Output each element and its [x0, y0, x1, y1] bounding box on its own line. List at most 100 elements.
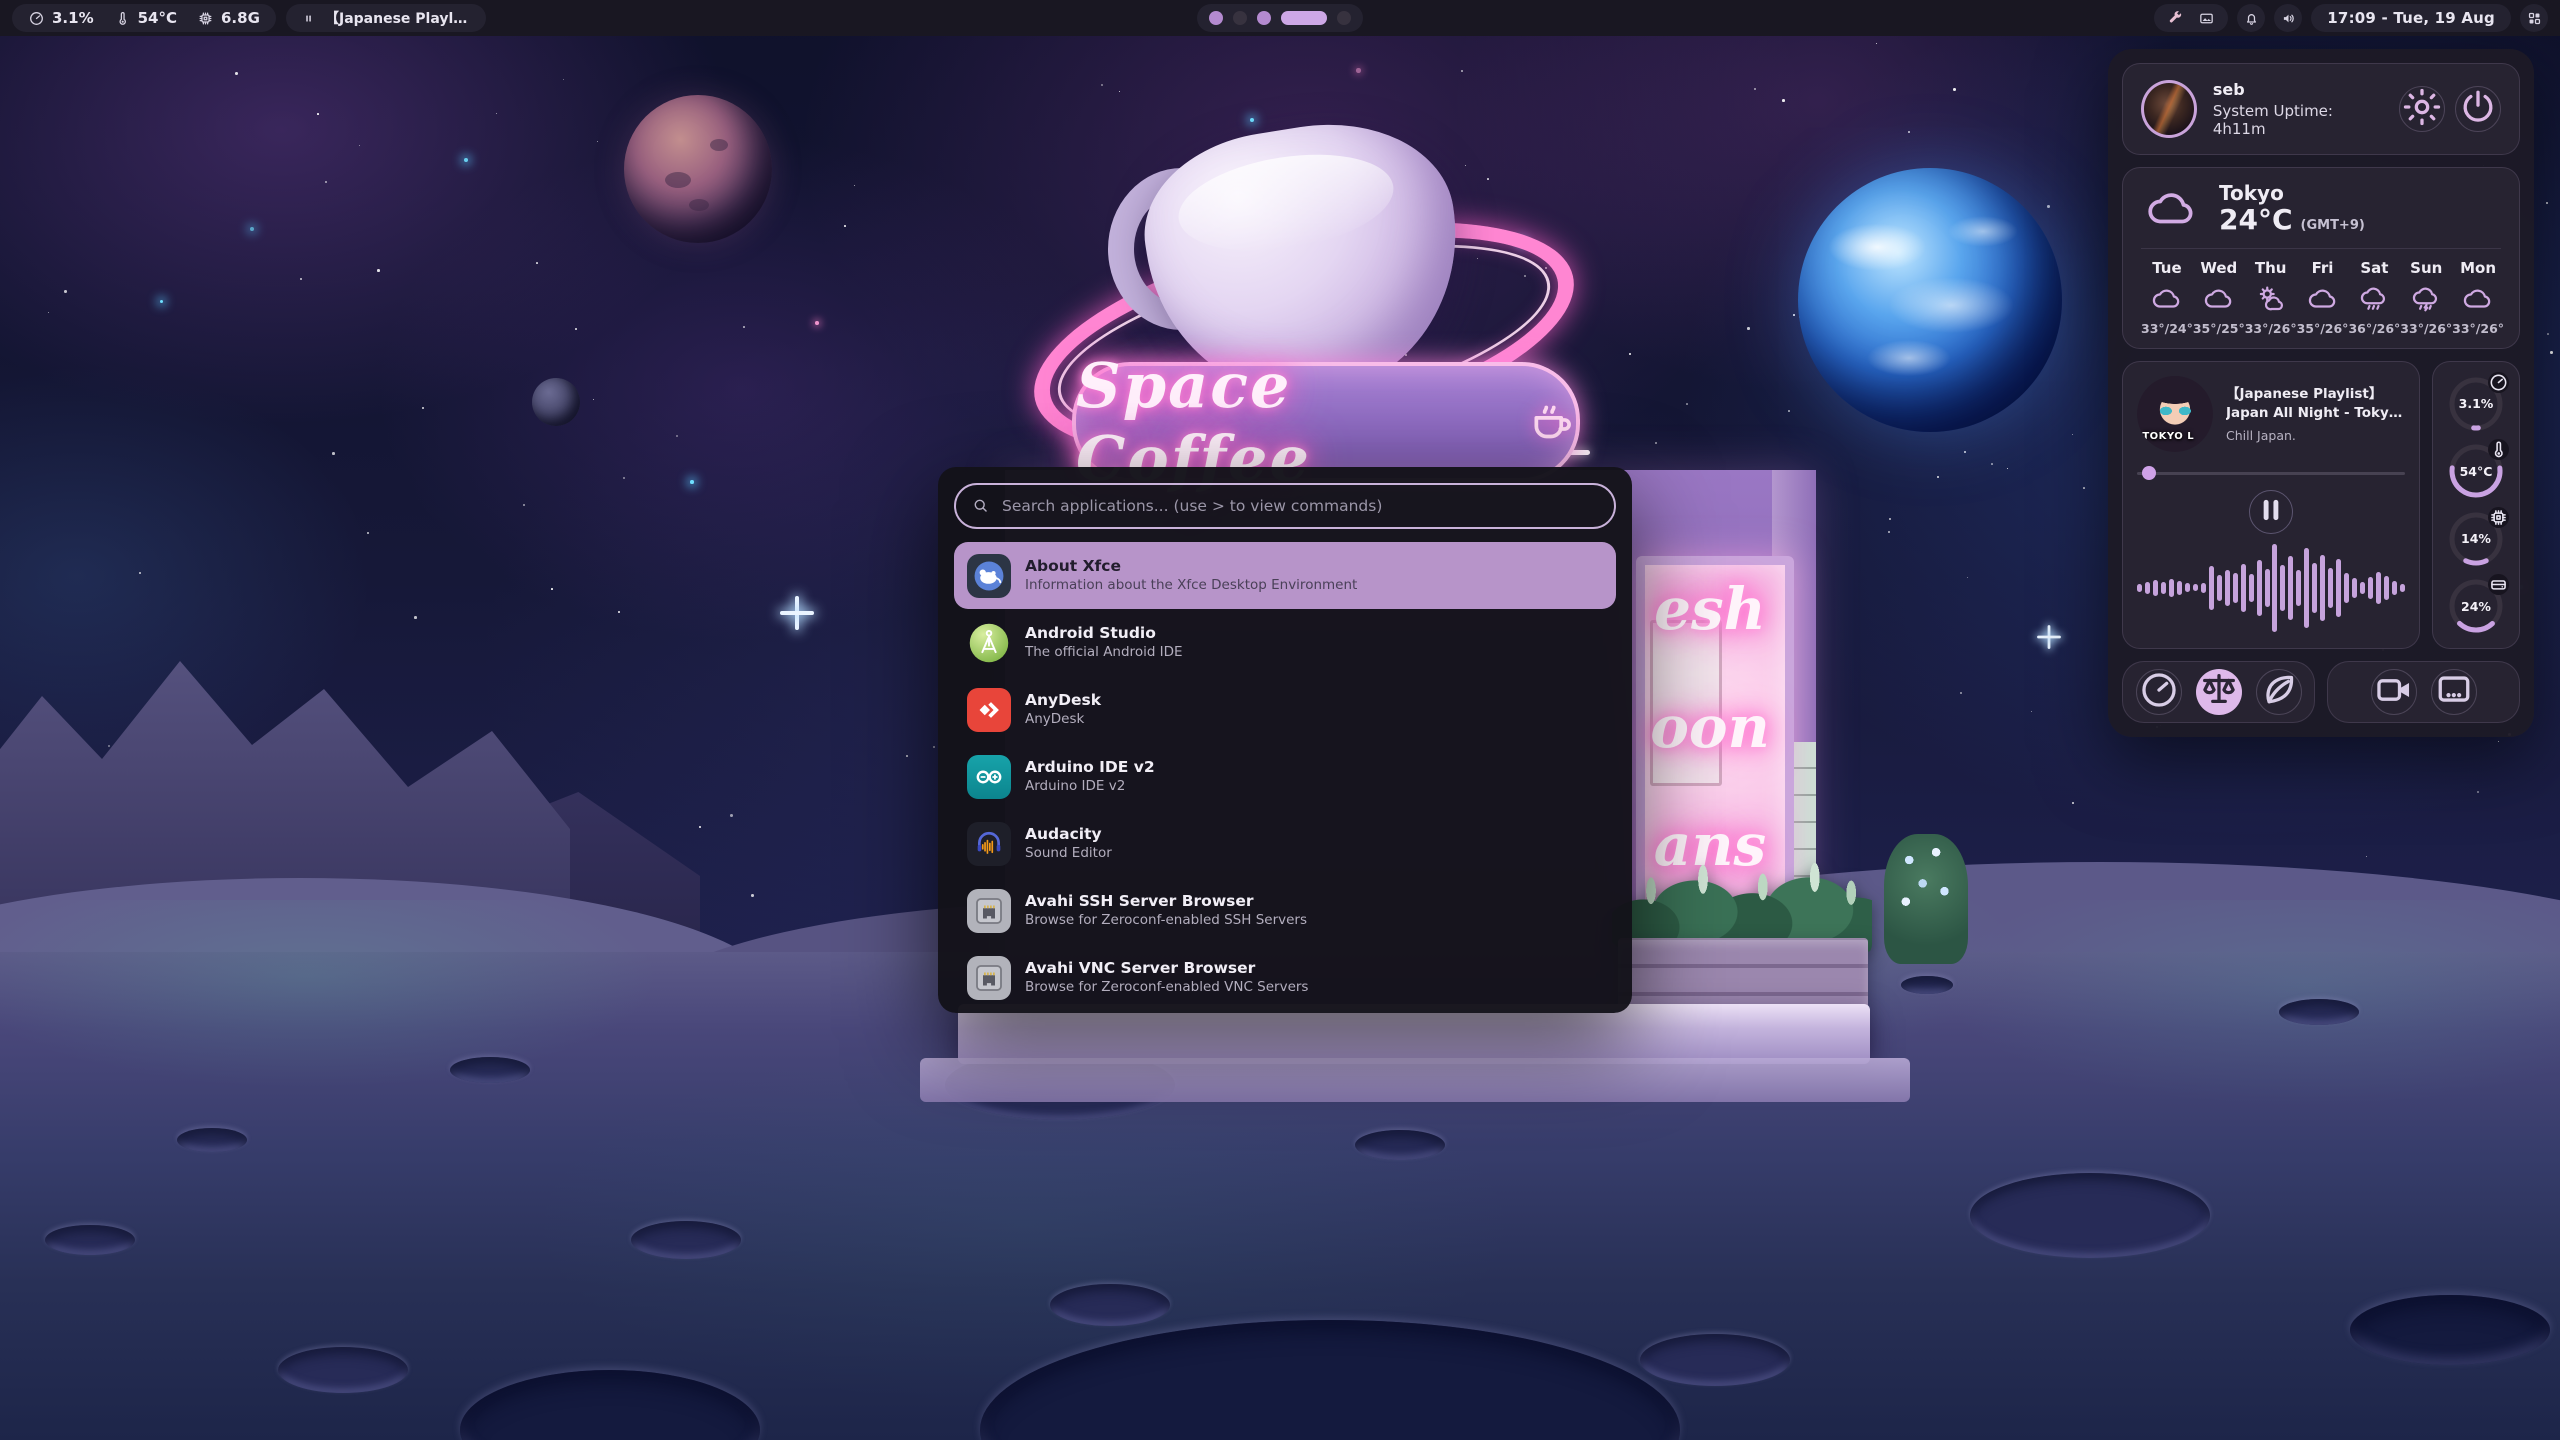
thermo-icon — [2488, 439, 2509, 460]
volume-button[interactable] — [2274, 4, 2302, 32]
top-bar-right: 17:09 - Tue, 19 Aug — [2154, 4, 2548, 32]
pause-icon[interactable] — [302, 10, 315, 27]
app-item-android-studio[interactable]: Android StudioThe official Android IDE — [954, 609, 1616, 676]
weather-city: Tokyo — [2219, 182, 2365, 204]
play-pause-button[interactable] — [2249, 490, 2293, 534]
suncloud-icon — [2256, 284, 2286, 314]
shop-step-lower — [920, 1058, 1910, 1102]
crater — [450, 1057, 530, 1083]
visualizer-bar — [2400, 584, 2405, 592]
visualizer-bar — [2209, 566, 2214, 610]
forecast-sun: Sun33°/26° — [2400, 259, 2452, 336]
quick-actions-row — [2122, 661, 2520, 723]
visualizer-bar — [2217, 575, 2222, 601]
search-input[interactable] — [954, 483, 1616, 529]
crater — [2279, 999, 2359, 1025]
app-grid-button[interactable] — [2520, 4, 2548, 32]
visualizer-bar — [2241, 564, 2246, 612]
visualizer-bar — [2336, 559, 2341, 617]
app-item-avahi-ssh-server-browser[interactable]: Avahi SSH Server BrowserBrowse for Zeroc… — [954, 877, 1616, 944]
app-title: AnyDesk — [1025, 690, 1101, 710]
screen-record-button[interactable] — [2371, 669, 2417, 715]
chip-icon — [197, 10, 214, 27]
performance-profile-button[interactable] — [2136, 669, 2182, 715]
cloud-icon — [2152, 284, 2182, 314]
system-stats-pill: 3.1% 54°C 6.8G — [12, 4, 276, 32]
cpu-stat: 3.1% — [28, 9, 94, 27]
gauge-3-1: 3.1% — [2447, 375, 2505, 433]
clock[interactable]: 17:09 - Tue, 19 Aug — [2311, 4, 2511, 32]
app-subtitle: The official Android IDE — [1025, 644, 1183, 662]
app-item-audacity[interactable]: AudacitySound Editor — [954, 810, 1616, 877]
forecast-sat: Sat36°/26° — [2348, 259, 2400, 336]
visualizer-bar — [2328, 568, 2333, 608]
audacity-app-icon — [967, 822, 1011, 866]
app-item-anydesk[interactable]: AnyDeskAnyDesk — [954, 676, 1616, 743]
visualizer-bar — [2161, 582, 2166, 594]
video-icon — [2372, 668, 2416, 716]
app-item-avahi-vnc-server-browser[interactable]: Avahi VNC Server BrowserBrowse for Zeroc… — [954, 944, 1616, 1011]
app-item-about-xfce[interactable]: About XfceInformation about the Xfce Des… — [954, 542, 1616, 609]
music-player-card: TOKYO L 【Japanese Playlist】 Japan All Ni… — [2122, 361, 2420, 649]
app-subtitle: Arduino IDE v2 — [1025, 778, 1155, 796]
app-subtitle: AnyDesk — [1025, 711, 1101, 729]
gear-icon — [2400, 85, 2444, 133]
app-item-arduino-ide-v2[interactable]: Arduino IDE v2Arduino IDE v2 — [954, 743, 1616, 810]
tools-icon[interactable] — [2167, 10, 2184, 27]
sparkle-star — [780, 596, 814, 630]
crater — [278, 1347, 408, 1393]
chip-icon — [2488, 507, 2509, 528]
power-saver-profile-button[interactable] — [2256, 669, 2302, 715]
memory-value: 6.8G — [221, 9, 260, 27]
visualizer-bar — [2360, 582, 2365, 594]
forecast-mon: Mon33°/26° — [2452, 259, 2504, 336]
visualizer-bar — [2249, 574, 2254, 602]
workspace-dot-5[interactable] — [1337, 11, 1351, 25]
temp-stat: 54°C — [114, 9, 177, 27]
screenshot-button[interactable] — [2431, 669, 2477, 715]
gauge-54-c: 54°C — [2447, 442, 2505, 500]
visualizer-bar — [2352, 578, 2357, 598]
workspace-indicator[interactable] — [1197, 4, 1363, 32]
workspace-dot-2[interactable] — [1233, 11, 1247, 25]
system-gauges-card: 3.1% 54°C 14% 24% — [2432, 361, 2520, 649]
notifications-button[interactable] — [2237, 4, 2265, 32]
neon-window-line: esh — [1600, 575, 1820, 643]
volume-icon — [2280, 10, 2297, 27]
settings-button[interactable] — [2399, 86, 2445, 132]
gauge-14: 14% — [2447, 510, 2505, 568]
now-playing-pill[interactable]: 【Japanese Playlist】 J... — [286, 4, 486, 32]
app-title: Arduino IDE v2 — [1025, 757, 1155, 777]
search-bar — [954, 483, 1616, 529]
forecast-row: Tue33°/24°Wed35°/25°Thu33°/26°Fri35°/26°… — [2141, 259, 2501, 336]
visualizer-bar — [2368, 577, 2373, 599]
workspace-dot-1[interactable] — [1209, 11, 1223, 25]
weather-timezone: (GMT+9) — [2301, 218, 2365, 233]
power-button[interactable] — [2455, 86, 2501, 132]
avahi-app-icon — [967, 956, 1011, 1000]
seek-thumb[interactable] — [2142, 466, 2156, 480]
screen-tools-card — [2327, 661, 2520, 723]
temp-value: 54°C — [138, 9, 177, 27]
seek-bar[interactable] — [2137, 466, 2405, 479]
album-art-caption: TOKYO L — [2142, 431, 2194, 442]
app-title: Avahi VNC Server Browser — [1025, 958, 1308, 978]
weather-temp: 24°C — [2219, 204, 2293, 236]
crater — [1355, 1130, 1445, 1160]
flower-bush — [1884, 834, 1968, 964]
visualizer-bar — [2225, 570, 2230, 606]
arduino-app-icon — [967, 755, 1011, 799]
small-moon — [532, 378, 580, 426]
workspace-dot-4[interactable] — [1281, 11, 1327, 25]
thermometer-icon — [114, 10, 131, 27]
visualizer-bar — [2384, 576, 2389, 600]
utilities-pill — [2154, 4, 2228, 32]
disk-icon — [2488, 574, 2509, 595]
wallpaper-icon[interactable] — [2198, 10, 2215, 27]
search-icon — [971, 496, 990, 515]
gauge-24: 24% — [2447, 577, 2505, 635]
workspace-dot-3[interactable] — [1257, 11, 1271, 25]
app-title: Avahi SSH Server Browser — [1025, 891, 1307, 911]
weather-card: Tokyo 24°C (GMT+9) Tue33°/24°Wed35°/25°T… — [2122, 167, 2520, 349]
balanced-profile-button[interactable] — [2196, 669, 2242, 715]
